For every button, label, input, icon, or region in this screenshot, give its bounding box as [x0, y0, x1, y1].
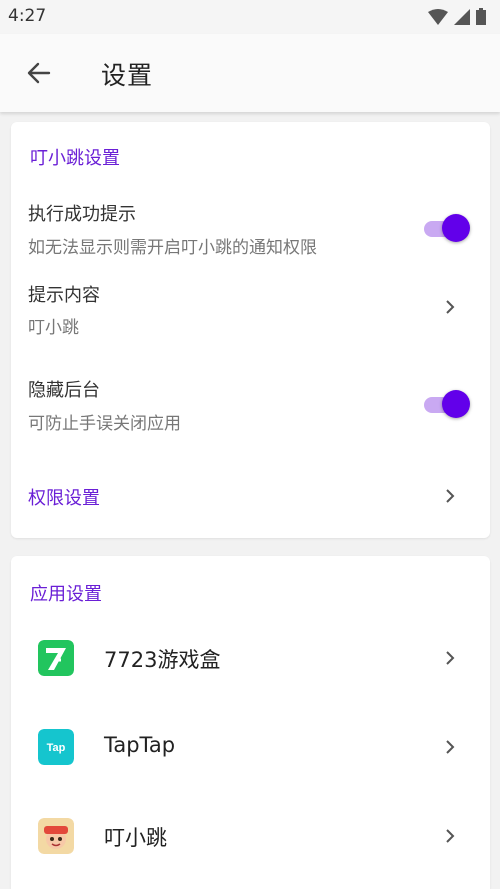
section-title: 叮小跳设置 — [30, 148, 120, 169]
chevron-right-icon — [446, 651, 455, 665]
app-name: 叮小跳 — [104, 826, 167, 850]
svg-text:Tap: Tap — [47, 742, 66, 754]
app-settings-card: 应用设置 7723游戏盒 Tap TapTap 叮小跳 — [11, 556, 490, 889]
app-item-taptap[interactable]: Tap TapTap — [11, 703, 490, 791]
setting-subtitle: 可防止手误关闭应用 — [28, 414, 181, 434]
app-item-dingxiaotiao[interactable]: 叮小跳 — [11, 792, 490, 880]
dingxiaotiao-settings-card: 叮小跳设置 执行成功提示 如无法显示则需开启叮小跳的通知权限 提示内容 叮小跳 … — [11, 122, 490, 538]
permission-settings-label: 权限设置 — [28, 488, 100, 509]
setting-title: 提示内容 — [28, 285, 100, 306]
success-tip-toggle[interactable] — [422, 213, 470, 243]
signal-icon — [454, 8, 470, 25]
app-name: 7723游戏盒 — [104, 648, 221, 672]
chevron-right-icon — [446, 489, 455, 503]
hide-background-setting[interactable]: 隐藏后台 可防止手误关闭应用 — [11, 367, 490, 439]
dingxiaotiao-app-icon — [38, 818, 74, 854]
status-time: 4:27 — [8, 6, 47, 26]
back-arrow-icon — [27, 62, 51, 84]
section-title: 应用设置 — [30, 584, 102, 605]
back-button[interactable] — [20, 54, 58, 92]
status-bar: 4:27 — [0, 0, 500, 34]
setting-value: 叮小跳 — [28, 318, 79, 338]
app-bar: 设置 — [0, 34, 500, 112]
status-icons — [428, 8, 486, 25]
wifi-icon — [428, 8, 448, 25]
tip-content-setting[interactable]: 提示内容 叮小跳 — [11, 272, 490, 347]
chevron-right-icon — [446, 300, 455, 314]
setting-title: 隐藏后台 — [28, 380, 100, 401]
app-item-7723[interactable]: 7723游戏盒 — [11, 614, 490, 702]
taptap-app-icon: Tap — [38, 729, 74, 765]
hide-background-toggle[interactable] — [422, 389, 470, 419]
setting-subtitle: 如无法显示则需开启叮小跳的通知权限 — [28, 238, 317, 258]
success-tip-setting[interactable]: 执行成功提示 如无法显示则需开启叮小跳的通知权限 — [11, 192, 490, 264]
chevron-right-icon — [446, 740, 455, 754]
7723-app-icon — [38, 640, 74, 676]
chevron-right-icon — [446, 829, 455, 843]
app-name: TapTap — [104, 733, 176, 757]
permission-settings-item[interactable]: 权限设置 — [11, 472, 490, 522]
setting-title: 执行成功提示 — [28, 204, 136, 225]
battery-icon — [476, 8, 486, 25]
page-title: 设置 — [101, 61, 154, 90]
